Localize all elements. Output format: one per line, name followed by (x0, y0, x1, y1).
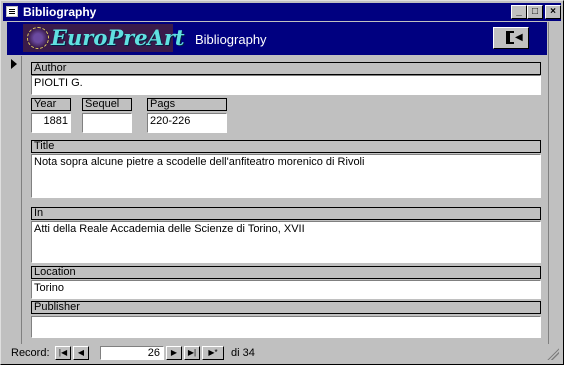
exit-door-icon (506, 31, 514, 44)
location-label: Location (31, 266, 541, 279)
record-total: di 34 (231, 347, 255, 359)
form-header: EuroPreArt Bibliography ◀ (7, 22, 547, 55)
author-label: Author (31, 62, 541, 75)
record-selector[interactable] (7, 56, 22, 344)
in-field[interactable]: Atti della Reale Accademia delle Scienze… (31, 221, 541, 263)
logo-text: EuroPreArt (51, 25, 185, 50)
form-title: Bibliography (195, 32, 267, 47)
sequel-field[interactable] (82, 113, 132, 133)
record-label: Record: (11, 347, 50, 359)
next-record-button[interactable]: ▶ (166, 346, 182, 360)
location-field[interactable]: Torino (31, 280, 541, 299)
previous-record-button[interactable]: ◀ (73, 346, 89, 360)
sequel-label: Sequel (82, 98, 132, 111)
window-title: Bibliography (23, 5, 97, 19)
form-icon[interactable] (6, 6, 18, 17)
arrow-icon: ◀ (515, 32, 523, 43)
record-number-field[interactable]: 26 (100, 346, 164, 360)
publisher-label: Publisher (31, 301, 541, 314)
publisher-field[interactable] (31, 316, 541, 338)
minimize-button[interactable]: _ (511, 5, 527, 19)
maximize-button[interactable]: □ (527, 5, 543, 19)
new-record-button[interactable]: ▶* (202, 346, 224, 360)
pags-label: Pags (147, 98, 227, 111)
current-record-icon (11, 59, 17, 69)
in-label: In (31, 207, 541, 220)
author-field[interactable]: PIOLTI G. (31, 75, 541, 95)
vertical-scrollbar[interactable] (548, 22, 561, 344)
stars-circle-icon (27, 27, 49, 49)
title-field[interactable]: Nota sopra alcune pietre a scodelle dell… (31, 154, 541, 198)
record-navigation: Record: |◀ ◀ 26 ▶ ▶| ▶* di 34 (3, 344, 561, 362)
title-bar[interactable]: Bibliography _ □ × (3, 3, 561, 21)
title-label: Title (31, 140, 541, 153)
year-field[interactable]: 1881 (31, 113, 71, 133)
pags-field[interactable]: 220-226 (147, 113, 227, 133)
europreart-logo: EuroPreArt (23, 24, 185, 52)
last-record-button[interactable]: ▶| (184, 346, 200, 360)
bibliography-window: Bibliography _ □ × EuroPreArt Bibliograp… (0, 0, 564, 365)
exit-button[interactable]: ◀ (493, 27, 529, 49)
first-record-button[interactable]: |◀ (55, 346, 71, 360)
close-button[interactable]: × (545, 5, 561, 19)
form-detail: Author PIOLTI G. Year 1881 Sequel Pags 2… (23, 56, 547, 344)
year-label: Year (31, 98, 71, 111)
resize-grip-icon[interactable] (547, 348, 559, 360)
